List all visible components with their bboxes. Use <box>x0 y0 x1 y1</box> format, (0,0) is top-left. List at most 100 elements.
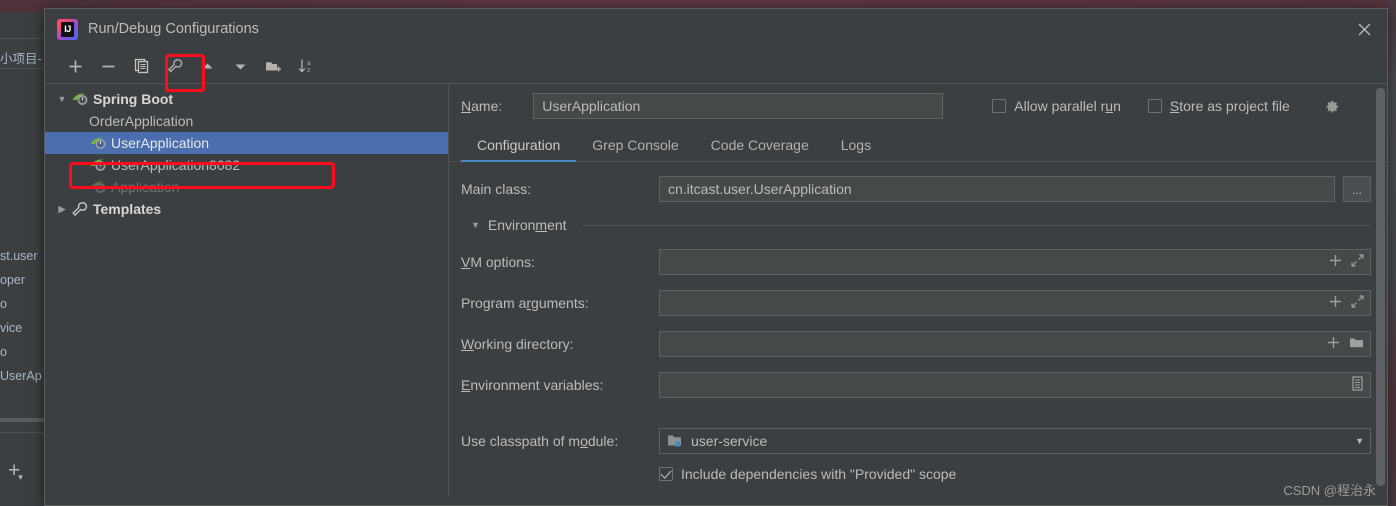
vm-options-input[interactable] <box>659 249 1371 275</box>
options-group: Allow parallel run Store as project file <box>992 98 1339 114</box>
svg-text:a: a <box>307 60 311 67</box>
checkbox-label: Allow parallel run <box>1014 98 1121 114</box>
background-project-label: 小项目- <box>0 52 42 66</box>
scrollbar-thumb[interactable] <box>1376 88 1385 486</box>
tab-code-coverage[interactable]: Code Coverage <box>695 128 825 161</box>
background-right-strip <box>1388 0 1396 506</box>
environment-variables-input[interactable] <box>659 372 1371 398</box>
working-directory-row: Working directory: <box>461 331 1371 357</box>
configuration-form: Main class: cn.itcast.user.UserApplicati… <box>449 162 1387 482</box>
folder-icon[interactable] <box>1349 336 1364 352</box>
background-tree-item: oper <box>0 273 26 287</box>
vm-options-row: VM options: <box>461 249 1371 275</box>
chevron-down-icon[interactable]: ▼ <box>53 94 71 104</box>
tree-item-label: UserApplication <box>111 135 210 151</box>
run-debug-configurations-dialog: IJ Run/Debug Configurations a z ▼ Spring… <box>44 8 1388 506</box>
spring-boot-icon <box>89 157 108 173</box>
tree-item-label: Application <box>111 179 180 195</box>
background-tree-item: o <box>0 345 7 359</box>
configuration-editor: Name: Allow parallel run Store as projec… <box>449 83 1387 496</box>
tree-group-spring-boot[interactable]: ▼ Spring Boot <box>45 88 448 110</box>
wrench-icon <box>71 201 88 217</box>
edit-templates-button[interactable] <box>158 52 191 80</box>
tab-grep-console[interactable]: Grep Console <box>576 128 694 161</box>
background-tree-item: UserAp <box>0 369 42 383</box>
list-icon[interactable] <box>1351 376 1364 394</box>
checkbox-label: Store as project file <box>1169 98 1290 114</box>
store-as-project-file-checkbox[interactable]: Store as project file <box>1147 98 1290 114</box>
dialog-titlebar: IJ Run/Debug Configurations <box>45 9 1387 49</box>
tree-group-templates[interactable]: ▶ Templates <box>45 198 448 220</box>
background-tree-item: o <box>0 297 7 311</box>
name-label: Name: <box>461 98 503 114</box>
spring-boot-icon <box>89 179 108 195</box>
new-folder-button[interactable] <box>257 52 290 80</box>
plus-icon: +▾ <box>8 459 23 482</box>
spring-boot-icon <box>89 135 108 151</box>
main-class-label: Main class: <box>461 181 532 197</box>
move-up-button[interactable] <box>191 52 224 80</box>
main-class-browse-button[interactable]: ... <box>1343 176 1371 202</box>
allow-parallel-run-checkbox[interactable]: Allow parallel run <box>992 98 1121 114</box>
plus-icon[interactable] <box>1329 295 1342 311</box>
editor-scrollbar[interactable] <box>1376 88 1385 492</box>
program-arguments-input[interactable] <box>659 290 1371 316</box>
close-icon[interactable] <box>1341 9 1387 49</box>
environment-variables-label: Environment variables: <box>461 377 604 393</box>
tree-item-application[interactable]: Application <box>45 176 448 198</box>
main-class-row: Main class: cn.itcast.user.UserApplicati… <box>461 176 1371 202</box>
move-down-button[interactable] <box>224 52 257 80</box>
module-icon <box>667 434 684 448</box>
chevron-right-icon[interactable]: ▶ <box>53 204 71 215</box>
name-input[interactable] <box>533 93 944 119</box>
background-tree-item: vice <box>0 321 23 335</box>
plus-icon[interactable] <box>1329 254 1342 270</box>
tree-item-label: UserApplication8082 <box>111 157 241 173</box>
program-arguments-label: Program arguments: <box>461 295 589 311</box>
include-provided-scope-checkbox[interactable]: Include dependencies with "Provided" sco… <box>659 466 1371 482</box>
tree-group-label: Templates <box>93 201 162 217</box>
use-classpath-value: user-service <box>691 433 768 449</box>
add-configuration-button[interactable] <box>59 52 92 80</box>
sort-configurations-button[interactable]: a z <box>290 52 323 80</box>
tree-item-userapplication8082[interactable]: UserApplication8082 <box>45 154 448 176</box>
gear-icon[interactable] <box>1325 99 1340 114</box>
tree-item-orderapplication[interactable]: OrderApplication <box>45 110 448 132</box>
chevron-down-icon[interactable]: ▼ <box>1355 436 1364 446</box>
configurations-tree: ▼ Spring Boot OrderApplication UserAppli… <box>45 83 449 496</box>
divider <box>582 224 1371 226</box>
configurations-toolbar: a z <box>45 49 1387 83</box>
copy-configuration-button[interactable] <box>125 52 158 80</box>
vm-options-label: VM options: <box>461 254 535 270</box>
remove-configuration-button[interactable] <box>92 52 125 80</box>
logo-text: IJ <box>64 24 71 34</box>
main-class-input[interactable]: cn.itcast.user.UserApplication <box>659 176 1335 202</box>
background-tree-item: st.user <box>0 249 38 263</box>
tree-item-userapplication[interactable]: UserApplication <box>45 132 448 154</box>
use-classpath-dropdown[interactable]: user-service ▼ <box>659 428 1371 454</box>
checkbox-box <box>659 467 673 481</box>
plus-icon[interactable] <box>1327 336 1340 352</box>
tab-logs[interactable]: Logs <box>825 128 887 161</box>
expand-icon[interactable] <box>1351 295 1364 311</box>
divider <box>0 418 44 422</box>
expand-icon[interactable] <box>1351 254 1364 270</box>
dialog-body: ▼ Spring Boot OrderApplication UserAppli… <box>45 83 1387 496</box>
working-directory-label: Working directory: <box>461 336 574 352</box>
svg-text:z: z <box>307 67 310 74</box>
spring-boot-icon <box>71 91 90 107</box>
tab-configuration[interactable]: Configuration <box>461 128 577 162</box>
name-row: Name: Allow parallel run Store as projec… <box>449 84 1387 128</box>
checkbox-box <box>1147 99 1162 113</box>
main-class-value: cn.itcast.user.UserApplication <box>668 181 852 197</box>
use-classpath-label: Use classpath of module: <box>461 433 619 449</box>
use-classpath-row: Use classpath of module: user-service ▼ <box>461 428 1371 454</box>
background-project-tree: st.user oper o vice o UserAp <box>0 244 44 388</box>
working-directory-input[interactable] <box>659 331 1371 357</box>
checkbox-label: Include dependencies with "Provided" sco… <box>681 466 957 482</box>
environment-variables-row: Environment variables: <box>461 372 1371 398</box>
divider <box>0 432 44 433</box>
environment-section-header[interactable]: ▼ Environment <box>471 217 1371 233</box>
dialog-title: Run/Debug Configurations <box>88 21 259 37</box>
tree-item-label: OrderApplication <box>89 113 194 129</box>
